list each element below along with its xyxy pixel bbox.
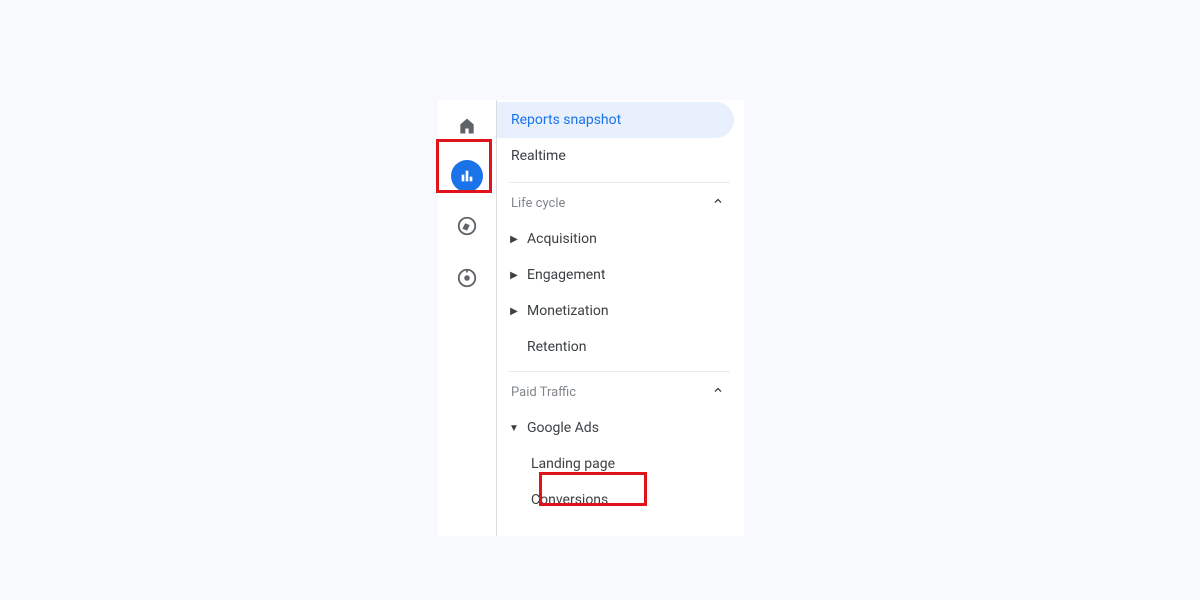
section-paid-traffic: Paid Traffic ▼ Google Ads Landing page C… xyxy=(497,372,744,518)
tree-item-engagement[interactable]: ▶ Engagement xyxy=(497,257,744,293)
tree-item-label: Engagement xyxy=(527,267,605,283)
tree-item-label: Conversions xyxy=(531,492,608,508)
caret-right-icon: ▶ xyxy=(505,270,523,281)
tree-item-label: Monetization xyxy=(527,303,609,319)
explore-icon[interactable] xyxy=(445,208,489,244)
reports-icon[interactable] xyxy=(451,160,483,192)
section-head-paid-traffic[interactable]: Paid Traffic xyxy=(497,382,744,402)
caret-right-icon: ▶ xyxy=(505,306,523,317)
nav-item-realtime[interactable]: Realtime xyxy=(497,138,744,174)
chevron-up-icon xyxy=(712,384,724,400)
nav-item-label: Realtime xyxy=(511,148,566,164)
tree-item-retention[interactable]: Retention xyxy=(497,329,744,365)
tree-item-label: Google Ads xyxy=(527,420,599,436)
caret-down-icon: ▼ xyxy=(505,423,523,434)
tree-item-landing-page[interactable]: Landing page xyxy=(497,446,744,482)
tree-item-conversions[interactable]: Conversions xyxy=(497,482,744,518)
tree-item-monetization[interactable]: ▶ Monetization xyxy=(497,293,744,329)
home-icon[interactable] xyxy=(445,108,489,144)
tree-life-cycle: ▶ Acquisition ▶ Engagement ▶ Monetizatio… xyxy=(497,213,744,365)
tree-paid-traffic: ▼ Google Ads Landing page Conversions xyxy=(497,402,744,518)
section-title: Paid Traffic xyxy=(511,385,576,400)
caret-right-icon: ▶ xyxy=(505,234,523,245)
tree-item-label: Acquisition xyxy=(527,231,597,247)
section-life-cycle: Life cycle ▶ Acquisition ▶ Engagement ▶ … xyxy=(497,183,744,372)
section-title: Life cycle xyxy=(511,196,565,211)
nav-item-label: Reports snapshot xyxy=(511,112,621,128)
section-head-life-cycle[interactable]: Life cycle xyxy=(497,193,744,213)
nav-column: Reports snapshot Realtime Life cycle ▶ A… xyxy=(497,100,744,536)
tree-item-google-ads[interactable]: ▼ Google Ads xyxy=(497,410,744,446)
nav-top: Reports snapshot Realtime xyxy=(497,102,744,176)
tree-item-label: Landing page xyxy=(531,456,615,472)
icon-rail xyxy=(438,100,497,536)
chevron-up-icon xyxy=(712,195,724,211)
admin-icon[interactable] xyxy=(445,260,489,296)
reports-navigation-panel: Reports snapshot Realtime Life cycle ▶ A… xyxy=(438,100,744,536)
tree-item-label: Retention xyxy=(527,339,587,355)
nav-item-reports-snapshot[interactable]: Reports snapshot xyxy=(497,102,734,138)
tree-item-acquisition[interactable]: ▶ Acquisition xyxy=(497,221,744,257)
